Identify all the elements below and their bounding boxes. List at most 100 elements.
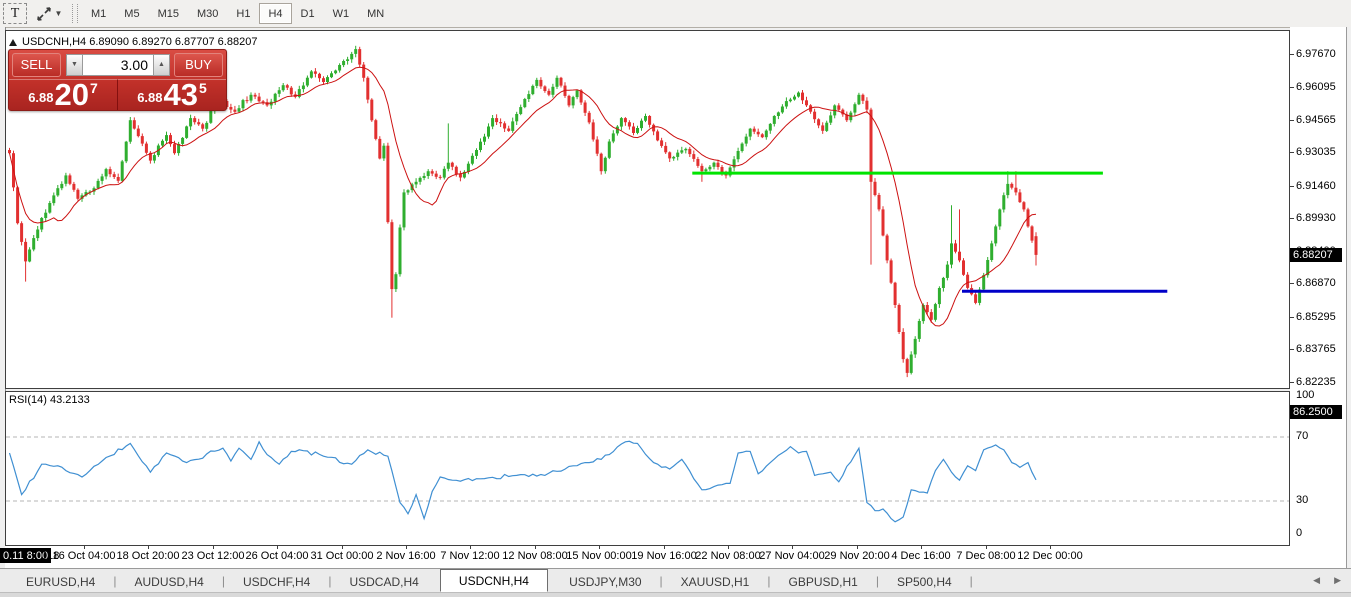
- price-tick-label: 6.85295: [1296, 311, 1336, 323]
- rsi-level-badge: 86.2500: [1290, 405, 1342, 419]
- chevron-down-icon: ▼: [71, 61, 78, 68]
- time-tick: [406, 546, 407, 549]
- buy-price-handle: 6.88: [137, 90, 162, 105]
- sell-price-pip: 7: [90, 80, 98, 96]
- price-tick: [1290, 349, 1294, 350]
- price-tick: [1290, 87, 1294, 88]
- chevron-up-icon: ▲: [158, 61, 165, 68]
- symbol-tab-usdjpy[interactable]: USDJPY,M30: [551, 571, 659, 592]
- status-strip: [0, 592, 1351, 597]
- volume-decrease-button[interactable]: ▼: [66, 54, 83, 76]
- time-tick: [1050, 546, 1051, 549]
- time-tick: [664, 546, 665, 549]
- chart-title-text: USDCNH,H4 6.89090 6.89270 6.87707 6.8820…: [22, 36, 257, 48]
- rsi-tick-label: 30: [1296, 494, 1308, 506]
- timeframe-button-d1[interactable]: D1: [292, 3, 324, 24]
- sell-button[interactable]: SELL: [12, 53, 61, 77]
- one-click-trading-panel: SELL ▼ 3.00 ▲ BUY 6.88 20 7 6.88 43 5: [8, 49, 227, 111]
- symbol-tab-gbpusd[interactable]: GBPUSD,H1: [770, 571, 875, 592]
- timeframe-button-h4[interactable]: H4: [259, 3, 291, 24]
- crosshair-arrows-button[interactable]: ▼: [31, 3, 67, 24]
- timeframe-button-m15[interactable]: M15: [149, 3, 188, 24]
- symbol-tab-eurusd[interactable]: EURUSD,H4: [8, 571, 113, 592]
- price-tick: [1290, 317, 1294, 318]
- terminal-window: T ▼ M1M5M15M30H1H4D1W1MN 6.976706.960956…: [0, 0, 1351, 597]
- diagonal-arrows-icon: [36, 7, 52, 21]
- timeframe-buttons: M1M5M15M30H1H4D1W1MN: [82, 3, 393, 24]
- rsi-tick-label: 100: [1296, 389, 1314, 401]
- symbol-tab-usdchf[interactable]: USDCHF,H4: [225, 571, 328, 592]
- rsi-tick-label: 0: [1296, 527, 1302, 539]
- price-tick: [1290, 218, 1294, 219]
- chart-title: USDCNH,H4 6.89090 6.89270 6.87707 6.8820…: [9, 36, 257, 48]
- price-axis-column: 6.97670 6.96095 6.94565 6.93035 6.91460 6.899…: [1290, 27, 1346, 568]
- chevron-down-icon: ▼: [55, 9, 63, 18]
- time-tick: [213, 546, 214, 549]
- buy-button[interactable]: BUY: [174, 53, 223, 77]
- time-tick: [148, 546, 149, 549]
- price-tick-label: 6.97670: [1296, 48, 1336, 60]
- price-tick-label: 6.94565: [1296, 114, 1336, 126]
- time-tick: [84, 546, 85, 549]
- price-tick-label: 6.96095: [1296, 81, 1336, 93]
- volume-field[interactable]: 3.00: [83, 54, 153, 76]
- price-tick: [1290, 120, 1294, 121]
- price-tick-label: 6.86870: [1296, 277, 1336, 289]
- time-tick-label: 12 Dec 00:00: [1010, 550, 1090, 562]
- price-tick-label: 6.91460: [1296, 180, 1336, 192]
- symbol-tab-usdcnh[interactable]: USDCNH,H4: [440, 569, 548, 592]
- text-tool-button[interactable]: T: [3, 3, 27, 24]
- time-tick: [857, 546, 858, 549]
- price-tick: [1290, 382, 1294, 383]
- volume-stepper: ▼ 3.00 ▲: [66, 54, 170, 76]
- timeframe-button-m1[interactable]: M1: [82, 3, 115, 24]
- timeframe-button-w1[interactable]: W1: [324, 3, 359, 24]
- time-tick: [535, 546, 536, 549]
- sell-price[interactable]: 6.88 20 7: [9, 79, 118, 110]
- toolbar-grip: [72, 4, 78, 23]
- time-tick: [470, 546, 471, 549]
- tab-separator: |: [970, 574, 973, 588]
- price-tick-label: 6.89930: [1296, 212, 1336, 224]
- sell-price-handle: 6.88: [28, 90, 53, 105]
- buy-price-big: 43: [164, 82, 198, 108]
- price-tick: [1290, 283, 1294, 284]
- price-tick-label: 6.83765: [1296, 343, 1336, 355]
- timeframe-button-m30[interactable]: M30: [188, 3, 227, 24]
- sell-price-big: 20: [55, 82, 89, 108]
- symbol-tab-sp500[interactable]: SP500,H4: [879, 571, 970, 592]
- price-tick-label: 6.82235: [1296, 376, 1336, 388]
- symbol-tab-audusd[interactable]: AUDUSD,H4: [116, 571, 221, 592]
- timeframe-button-mn[interactable]: MN: [358, 3, 393, 24]
- rsi-indicator-label: RSI(14) 43.2133: [9, 394, 90, 406]
- time-tick: [986, 546, 987, 549]
- price-tick: [1290, 152, 1294, 153]
- symbol-triangle-icon: [9, 39, 17, 46]
- toolbar: T ▼ M1M5M15M30H1H4D1W1MN: [0, 0, 1351, 28]
- tab-scroll-left-icon[interactable]: ◀: [1313, 575, 1320, 586]
- timeframe-button-m5[interactable]: M5: [115, 3, 148, 24]
- volume-increase-button[interactable]: ▲: [153, 54, 170, 76]
- price-tick-label: 6.93035: [1296, 146, 1336, 158]
- current-price-badge: 6.88207: [1290, 248, 1342, 262]
- time-axis[interactable]: 0.11 8:00 018 16 Oct 04:0018 Oct 20:0023…: [5, 546, 1290, 568]
- time-tick: [342, 546, 343, 549]
- time-tick: [921, 546, 922, 549]
- time-tick: [277, 546, 278, 549]
- time-tick: [599, 546, 600, 549]
- timeframe-button-h1[interactable]: H1: [227, 3, 259, 24]
- time-tick: [792, 546, 793, 549]
- symbol-tab-usdcad[interactable]: USDCAD,H4: [331, 571, 436, 592]
- buy-price[interactable]: 6.88 43 5: [118, 79, 226, 110]
- rsi-indicator-panel[interactable]: [5, 391, 1290, 546]
- tab-scroll-right-icon[interactable]: ▶: [1334, 575, 1341, 586]
- price-tick: [1290, 186, 1294, 187]
- window-right-edge: [1346, 27, 1351, 597]
- tab-scroll-buttons: ◀ ▶: [1313, 575, 1341, 586]
- time-tick: [728, 546, 729, 549]
- symbol-tab-xauusd[interactable]: XAUUSD,H1: [663, 571, 768, 592]
- price-tick: [1290, 54, 1294, 55]
- rsi-chart: [6, 392, 1289, 545]
- symbol-tab-bar: EURUSD,H4|AUDUSD,H4|USDCHF,H4|USDCAD,H4|…: [0, 568, 1351, 592]
- rsi-tick-label: 70: [1296, 430, 1308, 442]
